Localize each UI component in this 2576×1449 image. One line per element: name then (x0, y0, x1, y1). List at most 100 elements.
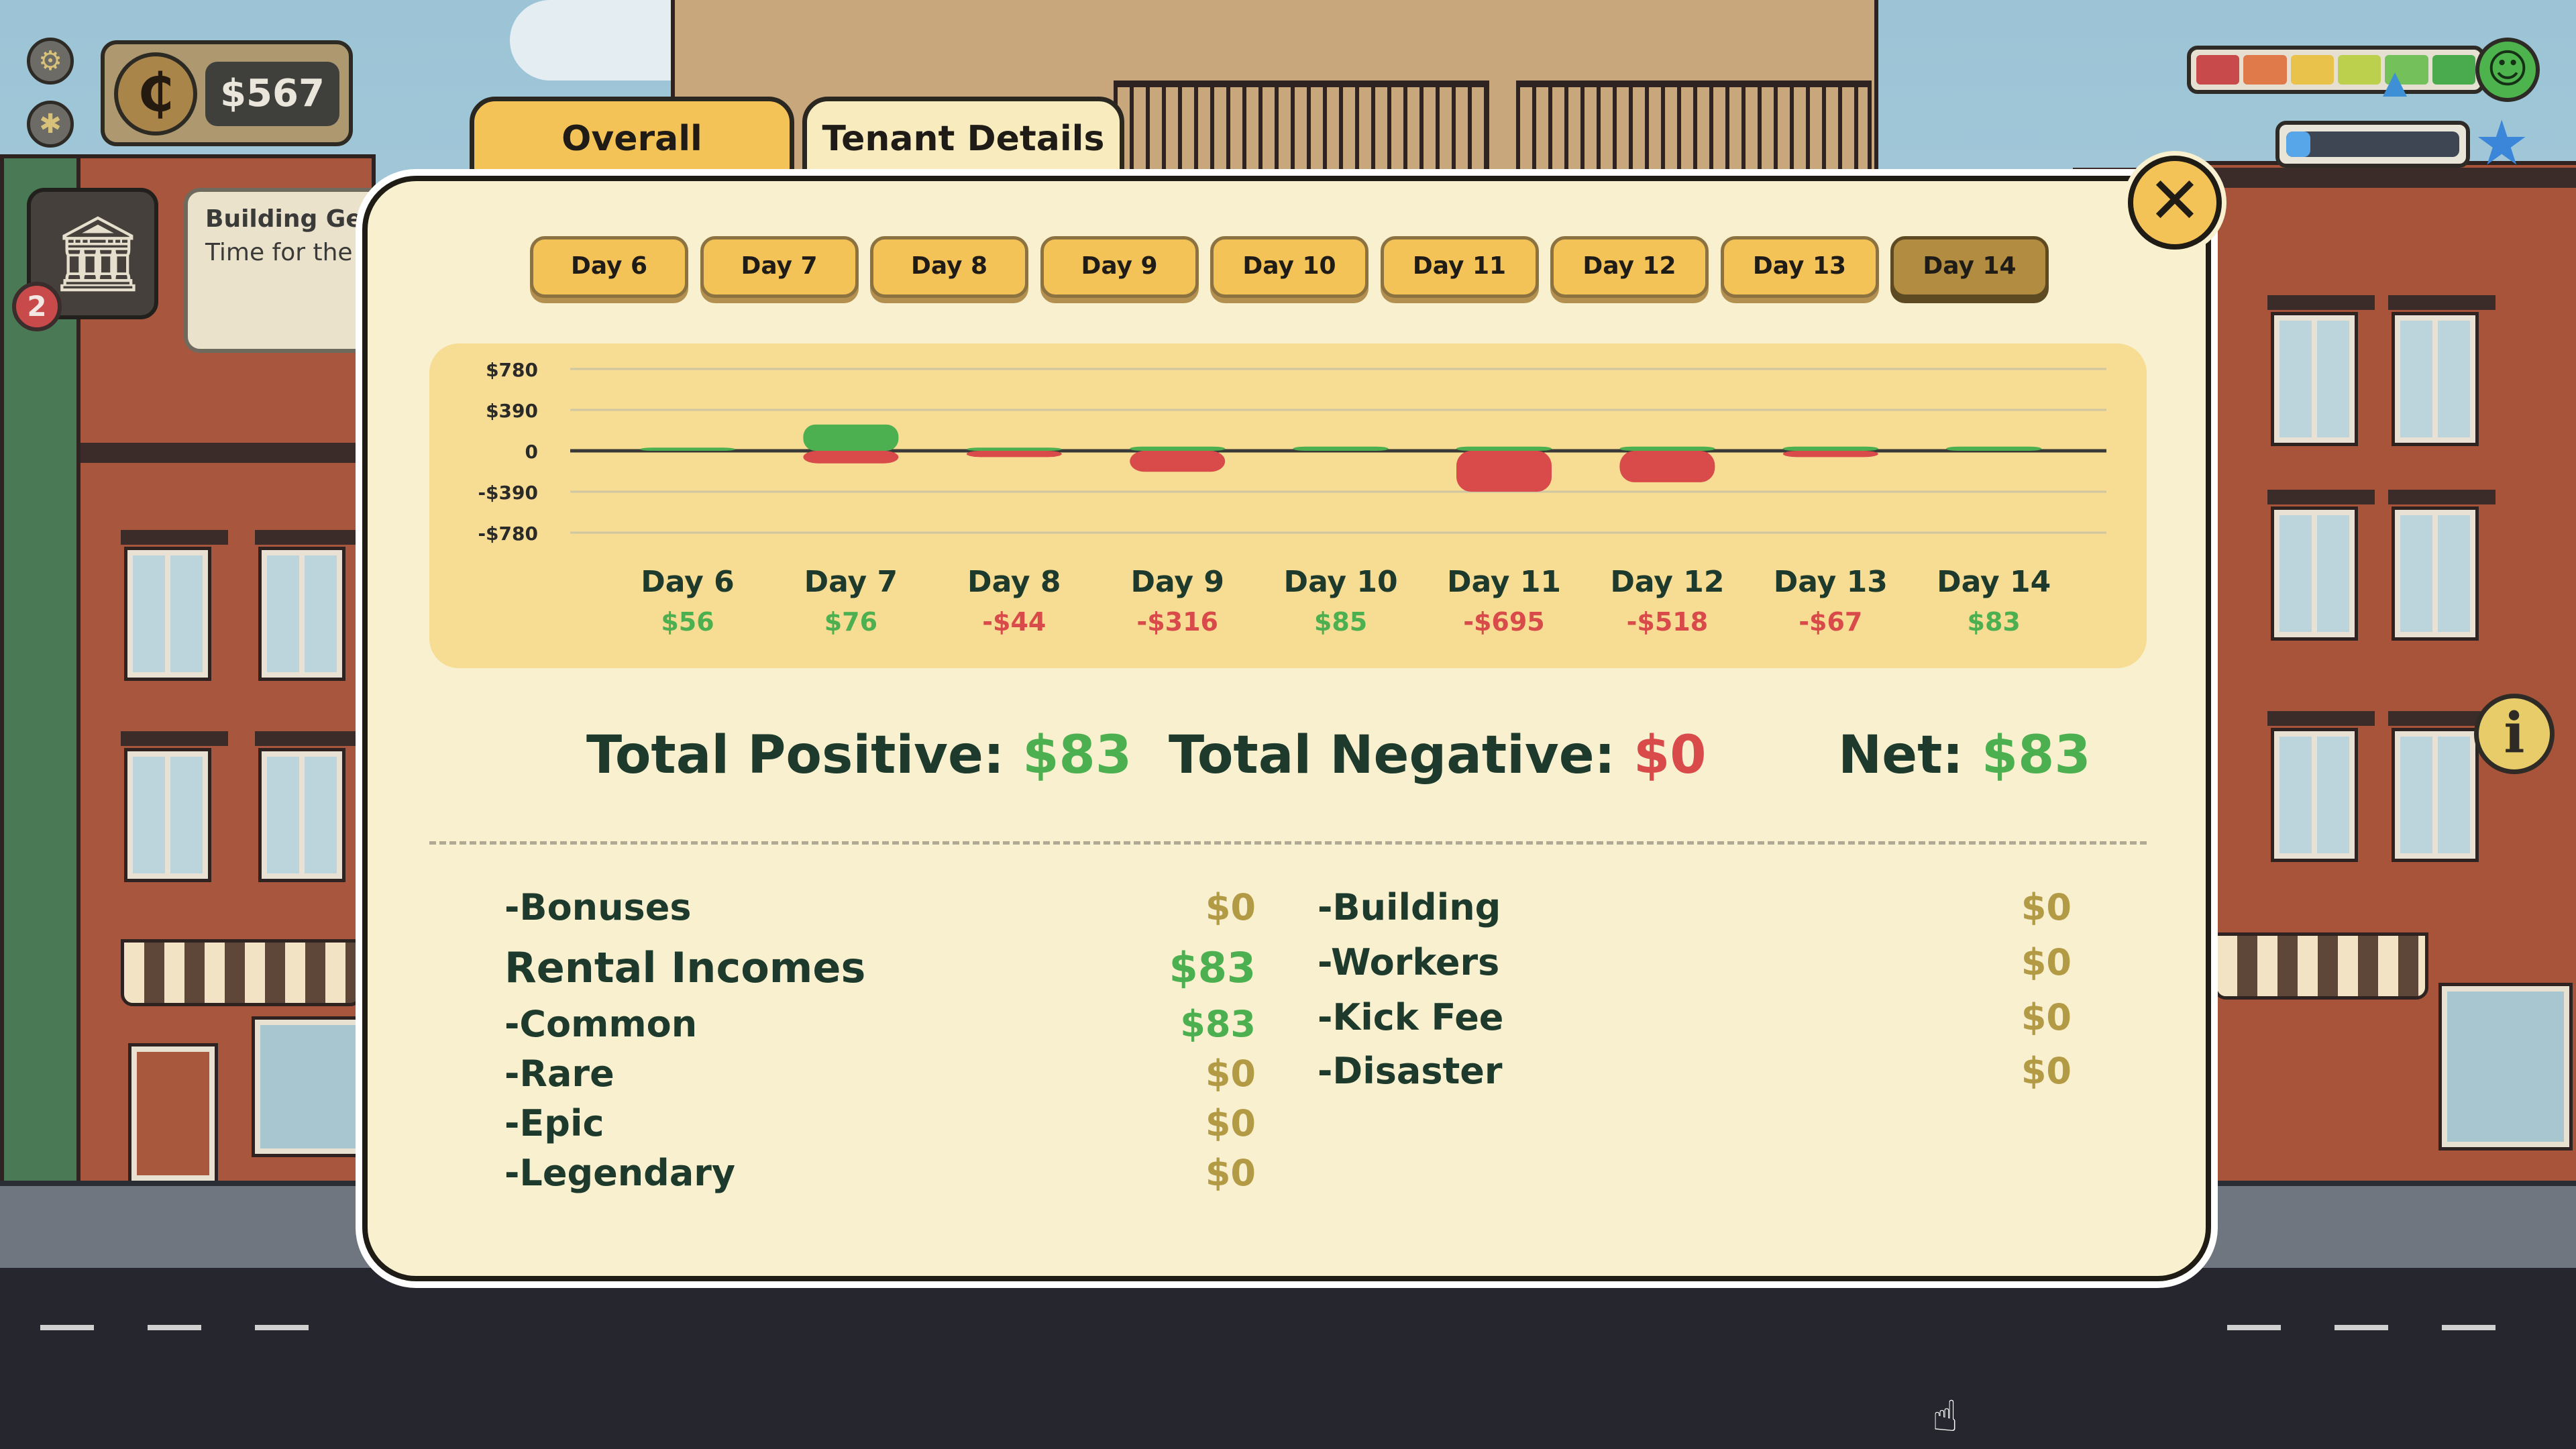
net-total: Net: $83 (1838, 722, 2091, 789)
breakdown-row: -Disaster $0 (1318, 1048, 2072, 1095)
day-button[interactable]: Day 13 (1720, 236, 1879, 298)
total-positive: Total Positive: $83 (586, 722, 1132, 789)
mood-segment (2290, 55, 2334, 85)
negative-bar (1619, 451, 1715, 482)
close-button[interactable]: ✕ (2128, 156, 2222, 250)
window (258, 547, 345, 681)
breakdown-label: -Rare (504, 1053, 614, 1095)
window (2271, 312, 2358, 446)
breakdown-row: Rental Incomes $83 (504, 945, 1256, 991)
x-category-label: Day 7 (804, 565, 898, 599)
day-button[interactable]: Day 12 (1550, 236, 1709, 298)
settings-gear-icon[interactable]: ⚙ (27, 38, 74, 85)
negative-bar (1130, 451, 1226, 472)
day-button[interactable]: Day 8 (870, 236, 1028, 298)
breakdown-value: $0 (2021, 886, 2072, 928)
negative-bar (966, 451, 1062, 458)
breakdown-value: $0 (2021, 996, 2072, 1038)
y-tick-label: $780 (486, 359, 538, 381)
day-button[interactable]: Day 14 (1890, 236, 2049, 298)
net-value-label: $56 (661, 607, 714, 637)
mood-segment (2196, 55, 2240, 85)
lane-marking (2227, 1325, 2281, 1330)
lane-marking (2442, 1325, 2496, 1330)
breakdown-value: $83 (1180, 1003, 1256, 1045)
window (2271, 728, 2358, 862)
net-value-label: -$518 (1627, 607, 1709, 637)
day-button[interactable]: Day 11 (1380, 236, 1539, 298)
shop-window (252, 1016, 379, 1157)
level-star-icon: ★ (2474, 107, 2530, 179)
window-hood (2267, 711, 2375, 726)
total-negative: Total Negative: $0 (1169, 722, 1707, 789)
window (2392, 728, 2479, 862)
breakdown-label: -Building (1318, 886, 1501, 928)
breakdown-label: -Common (504, 1003, 698, 1045)
x-category-label: Day 11 (1447, 565, 1561, 599)
total-positive-value: $83 (1022, 725, 1132, 786)
breakdown-row: -Common $83 (504, 1001, 1256, 1048)
smiley-face-icon: ☺ (2475, 38, 2540, 102)
window-hood (2388, 490, 2496, 504)
window-hood (2267, 490, 2375, 504)
bug-report-icon[interactable]: ✱ (27, 101, 74, 148)
breakdown-value: $0 (2021, 1050, 2072, 1092)
shop-awning (121, 939, 362, 1006)
road (0, 1268, 2576, 1449)
positive-bar (640, 447, 735, 451)
total-positive-label: Total Positive: (586, 725, 1023, 786)
x-category-label: Day 14 (1937, 565, 2051, 599)
breakdown-value: $0 (2021, 941, 2072, 983)
window (2392, 312, 2479, 446)
y-tick-label: -$780 (478, 523, 538, 545)
lane-marking (255, 1325, 309, 1330)
tenant-mood-bar (2187, 46, 2485, 94)
daily-net-chart: $780 $390 0 -$390 -$780 Day 6 $56 Day 7 $76 Day 8… (429, 343, 2147, 668)
breakdown-row: -Rare $0 (504, 1051, 1256, 1097)
hand-cursor-icon: ☝ (1932, 1392, 1958, 1442)
x-category-label: Day 8 (967, 565, 1061, 599)
shop-window (2438, 983, 2573, 1150)
total-negative-label: Total Negative: (1169, 725, 1634, 786)
breakdown-label: -Epic (504, 1102, 604, 1144)
breakdown-label: -Legendary (504, 1152, 736, 1194)
balcony (1516, 80, 1872, 174)
balcony (1114, 80, 1489, 174)
breakdown-label: -Bonuses (504, 886, 692, 928)
building-bank-icon: 🏛 (51, 211, 145, 297)
window-hood (2388, 295, 2496, 310)
x-category-label: Day 13 (1774, 565, 1888, 599)
breakdown-label: -Kick Fee (1318, 996, 1504, 1038)
negative-bar (1782, 451, 1878, 458)
breakdown-row: -Workers $0 (1318, 939, 2072, 986)
net-value-label: $76 (824, 607, 877, 637)
positive-bar (1782, 446, 1878, 451)
net-value: $83 (1981, 725, 2091, 786)
window-hood (2267, 295, 2375, 310)
breakdown-row: -Legendary $0 (504, 1150, 1256, 1197)
chart-svg: $780 $390 0 -$390 -$780 Day 6 $56 Day 7 $76 Day 8… (478, 359, 2106, 637)
day-button[interactable]: Day 10 (1210, 236, 1368, 298)
net-label: Net: (1838, 725, 1982, 786)
breakdown-label: Rental Incomes (504, 943, 866, 992)
day-button[interactable]: Day 6 (530, 236, 688, 298)
breakdown-row: -Kick Fee $0 (1318, 994, 2072, 1041)
mood-segment (2243, 55, 2287, 85)
mood-marker-icon (2383, 72, 2408, 97)
day-button[interactable]: Day 9 (1040, 236, 1199, 298)
net-value-label: -$44 (982, 607, 1046, 637)
info-button[interactable]: i (2474, 694, 2555, 774)
x-category-label: Day 10 (1284, 565, 1398, 599)
x-category-label: Day 12 (1610, 565, 1724, 599)
day-button[interactable]: Day 7 (700, 236, 859, 298)
breakdown-row: -Bonuses $0 (504, 884, 1256, 931)
net-value-label: $85 (1314, 607, 1367, 637)
breakdown-value: $0 (1205, 1152, 1256, 1194)
money-display: ₵ $567 (101, 40, 353, 146)
x-category-label: Day 9 (1130, 565, 1224, 599)
x-category-label: Day 6 (641, 565, 734, 599)
window (2392, 506, 2479, 641)
window-hood (255, 731, 362, 746)
positive-bar (1293, 446, 1389, 451)
level-progress-fill (2286, 131, 2311, 157)
